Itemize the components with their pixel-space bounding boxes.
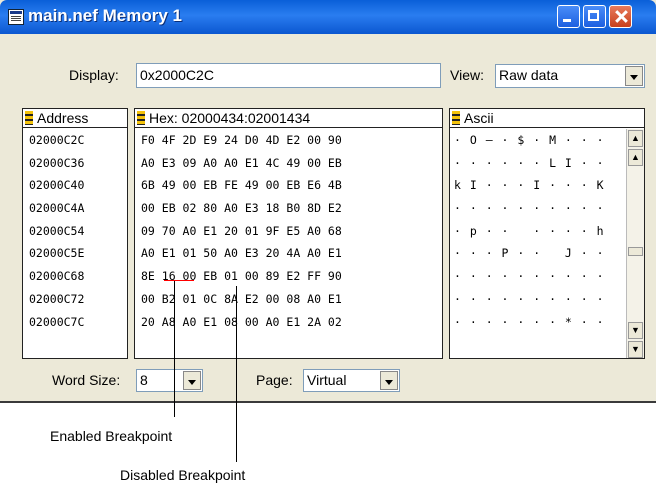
disabled-breakpoint-pointer (236, 286, 237, 462)
scroll-up-button[interactable]: ▲ (628, 149, 643, 166)
hex-row[interactable]: 8E 16 00 EB 01 00 89 E2 FF 90 (135, 265, 442, 288)
word-size-value: 8 (140, 372, 148, 388)
address-row[interactable]: 02000C68 (23, 265, 127, 288)
word-size-label: Word Size: (52, 372, 121, 388)
hex-header-label: Hex: 02000434:02001434 (149, 110, 311, 126)
address-row[interactable]: 02000C7C (23, 311, 127, 334)
ascii-row[interactable]: · · · · · · · * · · (450, 311, 627, 334)
display-address-input[interactable]: 0x2000C2C (136, 63, 441, 88)
ascii-list: · O – · $ · M · · · · · · · · · L I · · … (450, 129, 627, 333)
double-chevron-down-icon: ▼ (631, 344, 640, 354)
arrow-up-icon: ▲ (631, 152, 640, 162)
hex-row[interactable]: A0 E3 09 A0 A0 E1 4C 49 00 EB (135, 152, 442, 175)
hex-list: F0 4F 2D E9 24 D0 4D E2 00 90 A0 E3 09 A… (135, 129, 442, 333)
address-header-label: Address (37, 110, 89, 126)
vertical-scrollbar[interactable]: ▲ ▲ ▼ ▼ (626, 129, 644, 358)
hex-row[interactable]: F0 4F 2D E9 24 D0 4D E2 00 90 (135, 129, 442, 152)
disabled-breakpoint-caption: Disabled Breakpoint (120, 467, 246, 483)
ascii-row[interactable]: · · · · · · · · · · (450, 197, 627, 220)
hex-panel: Hex: 02000434:02001434 F0 4F 2D E9 24 D0… (134, 108, 443, 359)
double-chevron-up-icon: ▲ (631, 133, 640, 143)
scrollbar-thumb[interactable] (628, 247, 643, 256)
title-bar[interactable]: main.nef Memory 1 (0, 0, 656, 34)
address-row[interactable]: 02000C40 (23, 174, 127, 197)
window-title: main.nef Memory 1 (28, 6, 182, 25)
chevron-down-icon[interactable] (380, 371, 398, 390)
arrow-down-icon: ▼ (631, 325, 640, 335)
address-row[interactable]: 02000C36 (23, 152, 127, 175)
address-panel: Address 02000C2C 02000C36 02000C40 02000… (22, 108, 128, 359)
chevron-down-icon[interactable] (183, 371, 201, 390)
hex-column-header[interactable]: Hex: 02000434:02001434 (135, 109, 442, 128)
page-value: Virtual (307, 372, 347, 388)
ascii-panel: Ascii · O – · $ · M · · · · · · · · · L … (449, 108, 645, 359)
hex-row[interactable]: 20 A8 A0 E1 08 00 A0 E1 2A 02 (135, 311, 442, 334)
maximize-button[interactable] (583, 5, 606, 28)
chevron-down-icon[interactable] (625, 66, 643, 86)
address-row[interactable]: 02000C4A (23, 197, 127, 220)
ascii-row[interactable]: · · · · · · · · · · (450, 288, 627, 311)
page-select[interactable]: Virtual (303, 369, 400, 392)
address-row[interactable]: 02000C2C (23, 129, 127, 152)
address-row[interactable]: 02000C72 (23, 288, 127, 311)
enabled-breakpoint-pointer (174, 281, 175, 417)
close-button[interactable] (609, 5, 632, 28)
ascii-row[interactable]: · O – · $ · M · · · (450, 129, 627, 152)
hex-row[interactable]: 6B 49 00 EB FE 49 00 EB E6 4B (135, 174, 442, 197)
breakpoint-marker-icon (452, 111, 460, 125)
display-label: Display: (69, 67, 119, 83)
breakpoint-marker-icon (25, 111, 33, 125)
view-select[interactable]: Raw data (495, 64, 645, 88)
ascii-row[interactable]: · p · · · · · · h (450, 220, 627, 243)
page-down-button[interactable]: ▼ (628, 341, 643, 358)
address-row[interactable]: 02000C54 (23, 220, 127, 243)
page-up-button[interactable]: ▲ (628, 130, 643, 147)
scroll-down-button[interactable]: ▼ (628, 322, 643, 339)
ascii-row[interactable]: · · · · · · · · · · (450, 265, 627, 288)
ascii-header-label: Ascii (464, 110, 494, 126)
ascii-row[interactable]: k I · · · I · · · K (450, 174, 627, 197)
address-list: 02000C2C 02000C36 02000C40 02000C4A 0200… (23, 129, 127, 333)
memory-window-icon (8, 9, 24, 25)
view-label: View: (450, 67, 484, 83)
ascii-row[interactable]: · · · · · · L I · · (450, 152, 627, 175)
minimize-button[interactable] (557, 5, 580, 28)
hex-row[interactable]: 00 EB 02 80 A0 E3 18 B0 8D E2 (135, 197, 442, 220)
hex-row[interactable]: 00 B2 01 0C 8A E2 00 08 A0 E1 (135, 288, 442, 311)
address-row[interactable]: 02000C5E (23, 242, 127, 265)
enabled-breakpoint-caption: Enabled Breakpoint (50, 428, 173, 444)
memory-window: main.nef Memory 1 Display: 0x2000C2C Vie… (0, 0, 656, 403)
word-size-select[interactable]: 8 (136, 369, 203, 392)
disabled-breakpoint-mark (164, 280, 194, 281)
view-select-value: Raw data (499, 67, 559, 83)
page-label: Page: (256, 372, 293, 388)
address-column-header[interactable]: Address (23, 109, 127, 128)
hex-row[interactable]: A0 E1 01 50 A0 E3 20 4A A0 E1 (135, 242, 442, 265)
hex-row[interactable]: 09 70 A0 E1 20 01 9F E5 A0 68 (135, 220, 442, 243)
ascii-row[interactable]: · · · P · · J · · (450, 242, 627, 265)
breakpoint-marker-icon (137, 111, 145, 125)
ascii-column-header[interactable]: Ascii (450, 109, 644, 128)
